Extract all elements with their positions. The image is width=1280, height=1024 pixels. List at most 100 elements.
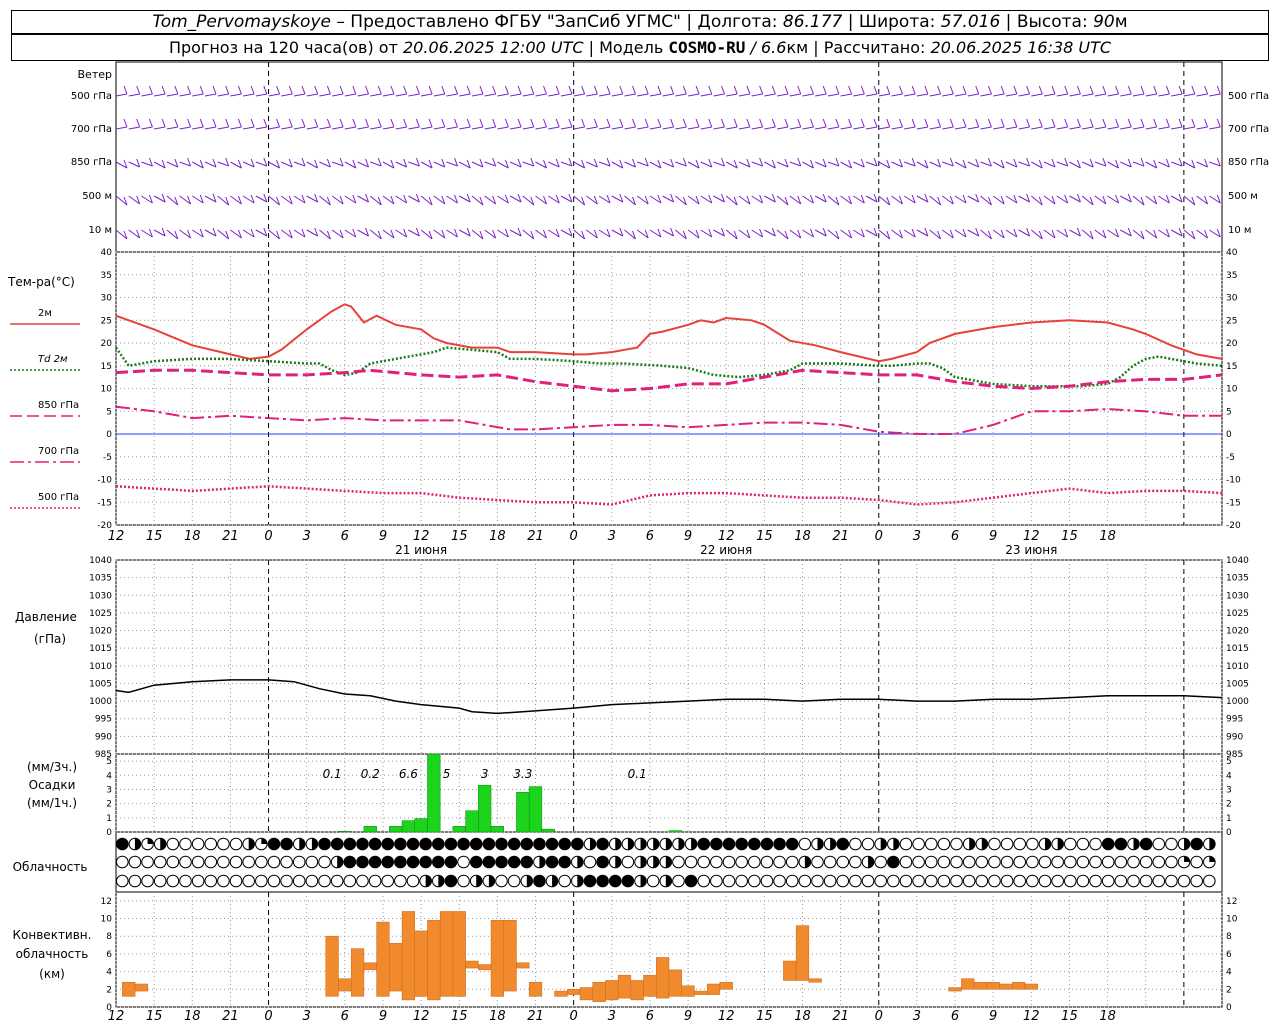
- cloud-cover-circle: [520, 855, 534, 869]
- wind-barb-feather: [975, 118, 980, 128]
- wind-barb-feather: [530, 118, 535, 128]
- wind-barb-feather: [695, 118, 700, 128]
- wind-barb-feather: [543, 118, 547, 128]
- wind-barb-shaft: [802, 126, 814, 130]
- wind-barb-shaft: [281, 93, 293, 97]
- cloud-cover-circle: [394, 855, 407, 869]
- cloud-cover-fill: [678, 838, 685, 850]
- conv-cloud-bar: [643, 974, 657, 997]
- cloud-cover-circle: [381, 855, 395, 869]
- wind-level-label-left: 500 гПа: [71, 91, 112, 102]
- cloud-cover-fill: [880, 838, 887, 850]
- cloud-cover-fill: [337, 856, 343, 868]
- cloud-cover-circle: [558, 855, 572, 869]
- cloud-cover-circle: [748, 855, 761, 869]
- cloud-cover-circle: [1076, 855, 1090, 869]
- wind-barb-shaft: [611, 126, 623, 130]
- cloud-cover-circle: [823, 855, 837, 869]
- precip-tick-right: 0: [1226, 828, 1232, 838]
- temp-tick-right: 25: [1226, 316, 1237, 326]
- cloud-cover-circle: [722, 874, 736, 888]
- wind-barb-feather: [288, 118, 293, 128]
- wind-barb-shaft: [789, 93, 801, 97]
- precip-bar: [478, 784, 492, 833]
- cloud-cover-circle: [191, 837, 205, 851]
- wind-barb-shaft: [1005, 93, 1017, 97]
- cloud-cover-circle: [343, 855, 357, 869]
- conv-cloud-bar: [999, 983, 1013, 990]
- precip-bar: [363, 826, 377, 833]
- wind-barb-shaft: [586, 93, 598, 97]
- x-hour-label: 9: [684, 529, 692, 544]
- cloud-cover-circle: [128, 855, 142, 869]
- conv-cloud-bar: [325, 935, 339, 997]
- wind-barb-shaft: [764, 126, 776, 130]
- wind-barb-feather: [1204, 85, 1209, 95]
- wind-barb-shaft: [751, 126, 763, 130]
- conv-cloud-bar: [795, 925, 810, 981]
- wind-barb-shaft: [1171, 93, 1183, 97]
- wind-barb-feather: [1026, 118, 1031, 128]
- temp-tick-right: 20: [1226, 339, 1238, 349]
- x-hour-label-bottom: 21: [527, 1009, 544, 1024]
- cloud-cover-circle: [1190, 855, 1203, 869]
- cloud-cover-circle: [608, 874, 622, 888]
- wind-barb-shaft: [243, 93, 255, 97]
- wind-barb-shaft: [522, 126, 534, 130]
- cloud-cover-circle: [191, 855, 205, 869]
- wind-barb-shaft: [827, 93, 839, 97]
- cloud-cover-fill: [1045, 838, 1051, 850]
- wind-barb-feather: [187, 85, 192, 95]
- cloud-cover-fill: [665, 838, 672, 850]
- cloud-cover-circle: [191, 874, 205, 888]
- pressure-tick-left: 1000: [89, 697, 112, 707]
- cloud-cover-circle: [116, 874, 129, 888]
- cloud-cover-circle: [545, 837, 559, 851]
- cloud-cover-circle: [1051, 855, 1064, 869]
- cloud-cover-circle: [1000, 855, 1014, 869]
- wind-barb-feather: [276, 85, 281, 95]
- wind-barb-shaft: [560, 126, 573, 130]
- wind-barb-feather: [466, 118, 471, 128]
- temp-tick-left: -10: [97, 476, 112, 486]
- x-hour-label-bottom: 15: [756, 1009, 773, 1024]
- x-hour-label: 12: [413, 529, 430, 544]
- wind-barb-shaft: [1069, 93, 1081, 97]
- cloud-cover-circle: [950, 855, 963, 869]
- wind-barb-feather: [619, 118, 624, 128]
- wind-barb-shaft: [166, 93, 178, 97]
- wind-barb-feather: [504, 118, 509, 128]
- wind-barb-feather: [225, 118, 230, 128]
- x-hour-label: 18: [794, 529, 811, 544]
- wind-barb-feather: [1089, 85, 1094, 95]
- wind-barb-shaft: [1196, 93, 1208, 97]
- precip-bar: [401, 820, 415, 833]
- cloud-cover-circle: [318, 837, 331, 851]
- pressure-tick-left: 1040: [89, 556, 112, 566]
- temp-legend-label: Td 2м: [38, 354, 68, 365]
- wind-barb-feather: [237, 85, 242, 95]
- wind-barb-shaft: [573, 126, 585, 130]
- cloud-cover-circle: [368, 855, 382, 869]
- pressure-title: Давление: [15, 610, 77, 624]
- conv-title-2: облачность: [16, 947, 89, 961]
- wind-barb-shaft: [306, 93, 318, 97]
- cloud-cover-circle: [444, 874, 458, 888]
- wind-barb-feather: [1089, 118, 1094, 128]
- cloud-cover-circle: [229, 874, 243, 888]
- wind-barb-shaft: [192, 126, 204, 130]
- precip-bar: [427, 753, 441, 833]
- wind-barb-feather: [822, 118, 827, 128]
- wind-barb-feather: [593, 118, 598, 128]
- wind-barb-shaft: [382, 126, 395, 130]
- cloud-cover-circle: [748, 837, 761, 851]
- wind-barb-feather: [1127, 85, 1132, 95]
- wind-barb-feather: [784, 118, 789, 128]
- cloud-cover-circle: [760, 855, 774, 869]
- conv-cloud-bar: [668, 969, 682, 997]
- wind-barb-shaft: [713, 93, 725, 97]
- cloud-cover-fill: [1133, 838, 1140, 850]
- cloud-cover-circle: [912, 837, 925, 851]
- cloud-cover-circle: [116, 855, 129, 869]
- wind-barb-shaft: [726, 126, 738, 130]
